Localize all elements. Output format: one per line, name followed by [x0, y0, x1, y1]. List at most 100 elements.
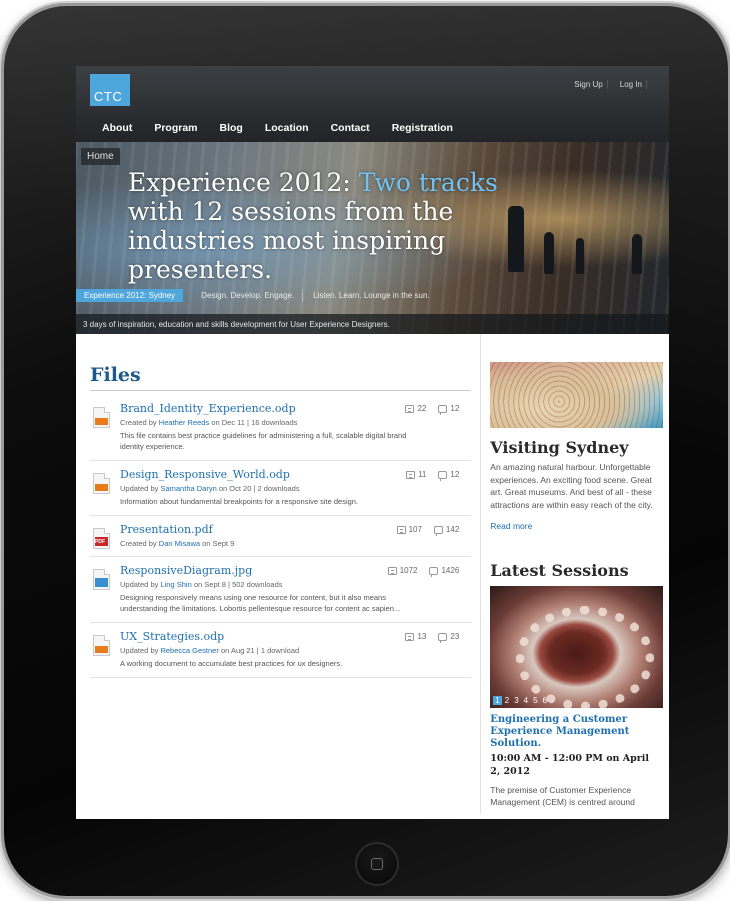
- hero-banner: Home Experience 2012: Two tracks with 12…: [76, 142, 669, 334]
- nav-item-about[interactable]: About: [102, 122, 132, 134]
- hero-title-accent: Two tracks: [358, 168, 498, 197]
- pager-item[interactable]: 4: [522, 696, 530, 705]
- file-item: Brand_Identity_Experience.odp Created by…: [90, 395, 472, 461]
- user-links: Sign Up Log In: [570, 80, 647, 89]
- odp-file-icon: [93, 407, 110, 428]
- file-author-link[interactable]: Heather Reeds: [159, 418, 209, 427]
- file-counts: 11 12: [406, 470, 459, 481]
- file-counts: 13 23: [405, 632, 459, 643]
- comment-icon: [429, 566, 439, 577]
- file-meta: Created by Heather Reeds on Dec 11 | 16 …: [120, 418, 298, 427]
- file-counts: 1072 1426: [387, 566, 459, 577]
- nav-item-contact[interactable]: Contact: [331, 122, 370, 134]
- hero-person-silhouette: [632, 234, 642, 274]
- comments-count: 12: [438, 470, 459, 481]
- views-icon: [405, 404, 415, 413]
- hero-title: Experience 2012: Two tracks with 12 sess…: [128, 168, 518, 284]
- hero-tab-sydney[interactable]: Experience 2012: Sydney: [76, 289, 184, 302]
- hero-tab-design[interactable]: Design. Develop. Engage.: [193, 289, 304, 302]
- comments-count: 12: [438, 404, 459, 415]
- file-meta: Created by Dan Misawa on Sept 9: [120, 539, 235, 548]
- file-author-link[interactable]: Ling Shin: [160, 580, 191, 589]
- hero-tab-listen[interactable]: Listen. Learn. Lounge in the sun.: [305, 289, 438, 302]
- pager-item[interactable]: 3: [512, 696, 520, 705]
- file-description: A working document to accumulate best pr…: [120, 659, 343, 668]
- views-count: 107: [396, 525, 422, 534]
- tablet-home-button[interactable]: [355, 842, 399, 886]
- session-image: 1 2 3 4 5 6: [490, 586, 664, 708]
- files-column: Files Brand_Identity_Experience.odp Crea…: [90, 334, 472, 814]
- nav-item-program[interactable]: Program: [154, 122, 197, 134]
- session-pager: 1 2 3 4 5 6: [493, 696, 549, 705]
- odp-file-icon: [93, 473, 110, 494]
- comments-count: 1426: [429, 566, 459, 577]
- file-meta: Updated by Ling Shin on Sept 8 | 502 dow…: [120, 580, 283, 589]
- hero-title-rest: with 12 sessions from the industries mos…: [128, 197, 454, 284]
- views-count: 22: [405, 404, 426, 413]
- file-item: UX_Strategies.odp Updated by Rebecca Ges…: [90, 623, 472, 678]
- hero-tabs: Experience 2012: Sydney Design. Develop.…: [76, 289, 440, 302]
- hero-caption: 3 days of inspiration, education and ski…: [76, 314, 669, 334]
- views-count: 13: [405, 632, 426, 641]
- views-icon: [406, 470, 416, 479]
- file-counts: 22 12: [405, 404, 459, 415]
- files-title: Files: [90, 364, 472, 391]
- pager-item[interactable]: 5: [531, 696, 539, 705]
- comment-icon: [433, 525, 443, 536]
- session-description: The premise of Customer Experience Manag…: [490, 785, 635, 807]
- hero-person-silhouette: [576, 238, 584, 274]
- breadcrumb[interactable]: Home: [81, 148, 120, 165]
- log-in-link[interactable]: Log In: [616, 80, 647, 89]
- file-description: This file contains best practice guideli…: [120, 431, 407, 451]
- comment-icon: [438, 632, 448, 643]
- comment-icon: [438, 470, 448, 481]
- views-count: 1072: [387, 566, 417, 575]
- file-description: Designing responsively means using one r…: [120, 593, 401, 613]
- pager-item[interactable]: 1: [493, 696, 502, 705]
- site-logo[interactable]: CTC: [90, 74, 130, 106]
- file-author-link[interactable]: Dan Misawa: [159, 539, 200, 548]
- file-author-link[interactable]: Rebecca Gestner: [160, 646, 218, 655]
- home-square-icon: [371, 858, 383, 870]
- content-area: Files Brand_Identity_Experience.odp Crea…: [76, 334, 669, 814]
- comments-count: 142: [433, 525, 459, 536]
- file-name-link[interactable]: Brand_Identity_Experience.odp: [120, 402, 350, 415]
- file-item: ResponsiveDiagram.jpg Updated by Ling Sh…: [90, 557, 472, 623]
- hero-person-silhouette: [544, 232, 554, 274]
- session-title-link[interactable]: Engineering a Customer Experience Manage…: [490, 714, 640, 750]
- file-item: PDF Presentation.pdf Created by Dan Misa…: [90, 516, 472, 557]
- comment-icon: [438, 404, 448, 415]
- file-description: Information about fundamental breakpoint…: [120, 497, 359, 506]
- image-file-icon: [93, 569, 110, 590]
- file-item: Design_Responsive_World.odp Updated by S…: [90, 461, 472, 516]
- sign-up-link[interactable]: Sign Up: [570, 80, 608, 89]
- session-time: 10:00 AM - 12:00 PM on April 2, 2012: [490, 753, 649, 777]
- sydney-beach-image: [490, 362, 664, 428]
- latest-sessions-title: Latest Sessions: [490, 561, 629, 580]
- nav-item-blog[interactable]: Blog: [220, 122, 243, 134]
- file-meta: Updated by Samantha Daryn on Oct 20 | 2 …: [120, 484, 300, 493]
- read-more-link[interactable]: Read more: [490, 521, 669, 531]
- comments-count: 23: [438, 632, 459, 643]
- views-icon: [405, 632, 415, 641]
- views-count: 11: [406, 470, 426, 479]
- site-header: CTC Sign Up Log In: [76, 66, 669, 114]
- odp-file-icon: [93, 635, 110, 656]
- pager-item[interactable]: 6: [541, 696, 549, 705]
- nav-item-location[interactable]: Location: [265, 122, 309, 134]
- nav-item-registration[interactable]: Registration: [392, 122, 453, 134]
- visiting-sydney-title: Visiting Sydney: [490, 438, 629, 457]
- file-name-link[interactable]: Design_Responsive_World.odp: [120, 468, 350, 481]
- views-icon: [387, 566, 397, 575]
- sidebar: Visiting Sydney An amazing natural harbo…: [480, 334, 669, 814]
- file-meta: Updated by Rebecca Gestner on Aug 21 | 1…: [120, 646, 300, 655]
- file-counts: 107 142: [396, 525, 459, 536]
- pager-item[interactable]: 2: [503, 696, 511, 705]
- file-name-link[interactable]: ResponsiveDiagram.jpg: [120, 564, 350, 577]
- pdf-file-icon: PDF: [93, 528, 110, 549]
- file-name-link[interactable]: UX_Strategies.odp: [120, 630, 350, 643]
- file-name-link[interactable]: Presentation.pdf: [120, 523, 350, 536]
- views-icon: [396, 525, 406, 534]
- file-author-link[interactable]: Samantha Daryn: [160, 484, 216, 493]
- tablet-screen: CTC Sign Up Log In About Program Blog Lo…: [76, 66, 669, 819]
